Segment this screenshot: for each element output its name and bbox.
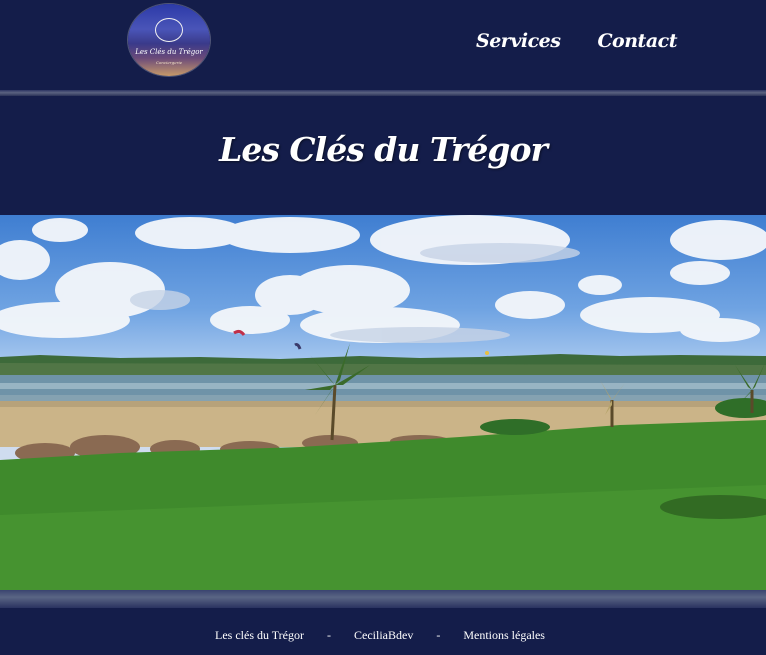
nav-link-services[interactable]: Services: [476, 30, 561, 60]
header-divider: [0, 90, 766, 96]
hero-image: [0, 215, 766, 590]
footer-links: Les clés du Trégor - CeciliaBdev - Menti…: [215, 628, 545, 643]
footer-link-home[interactable]: Les clés du Trégor: [215, 628, 304, 643]
site-logo[interactable]: Les Clés du Trégor Conciergerie: [128, 4, 210, 76]
keys-icon: [155, 18, 183, 42]
main-nav: Services Contact: [476, 30, 677, 60]
footer-link-ceciliabdev[interactable]: CeciliaBdev: [354, 628, 413, 643]
nav-link-contact[interactable]: Contact: [597, 30, 677, 60]
footer-link-mentions-legales[interactable]: Mentions légales: [463, 628, 545, 643]
page-title: Les Clés du Trégor: [219, 130, 548, 169]
logo-text: Les Clés du Trégor: [135, 48, 203, 56]
logo-subtext: Conciergerie: [155, 60, 183, 65]
footer-divider: [0, 590, 766, 608]
site-header: Les Clés du Trégor Conciergerie Services…: [0, 0, 766, 90]
hero-landscape: [0, 215, 766, 590]
footer-separator: -: [327, 628, 331, 642]
footer-separator: -: [436, 628, 441, 642]
